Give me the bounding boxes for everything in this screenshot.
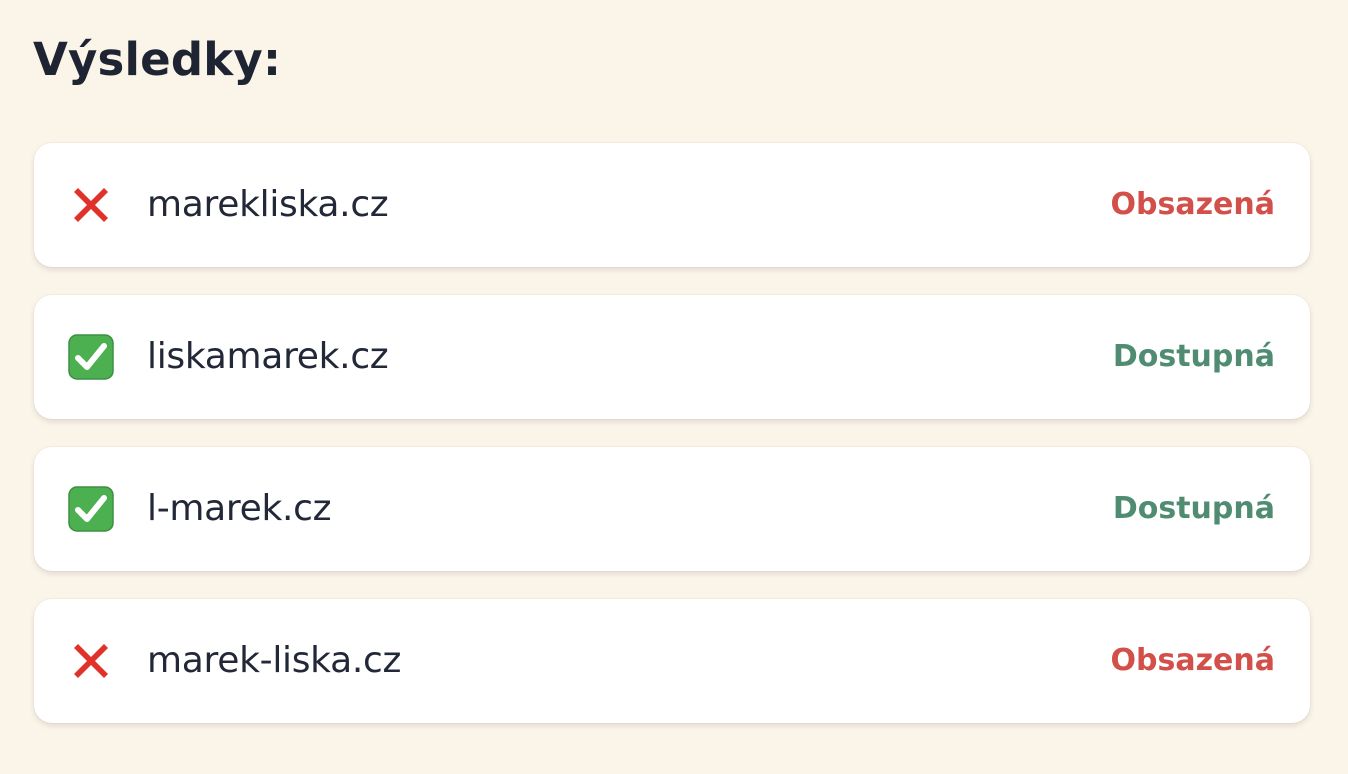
result-row-liskamarek: liskamarek.cz Dostupná	[34, 295, 1310, 419]
status-label-taken: Obsazená	[1110, 187, 1276, 222]
result-row-marek-liska: marek-liska.cz Obsazená	[34, 599, 1310, 723]
domain-name: marek-liska.cz	[147, 640, 402, 681]
result-row-marekliska: marekliska.cz Obsazená	[34, 143, 1310, 267]
check-mark-icon	[68, 486, 114, 532]
check-mark-icon	[68, 334, 114, 380]
domain-name: l-marek.cz	[147, 488, 332, 529]
domain-check-results-page: Výsledky: marekliska.cz Obsazená liskama…	[0, 0, 1348, 774]
results-heading: Výsledky:	[33, 33, 282, 86]
status-label-available: Dostupná	[1112, 339, 1275, 374]
status-label-taken: Obsazená	[1110, 643, 1276, 678]
domain-name: liskamarek.cz	[147, 336, 389, 377]
results-list: marekliska.cz Obsazená liskamarek.cz Dos…	[34, 143, 1310, 751]
status-label-available: Dostupná	[1112, 491, 1275, 526]
domain-name: marekliska.cz	[147, 184, 389, 225]
result-row-l-marek: l-marek.cz Dostupná	[34, 447, 1310, 571]
cross-mark-icon	[68, 182, 114, 228]
cross-mark-icon	[68, 638, 114, 684]
